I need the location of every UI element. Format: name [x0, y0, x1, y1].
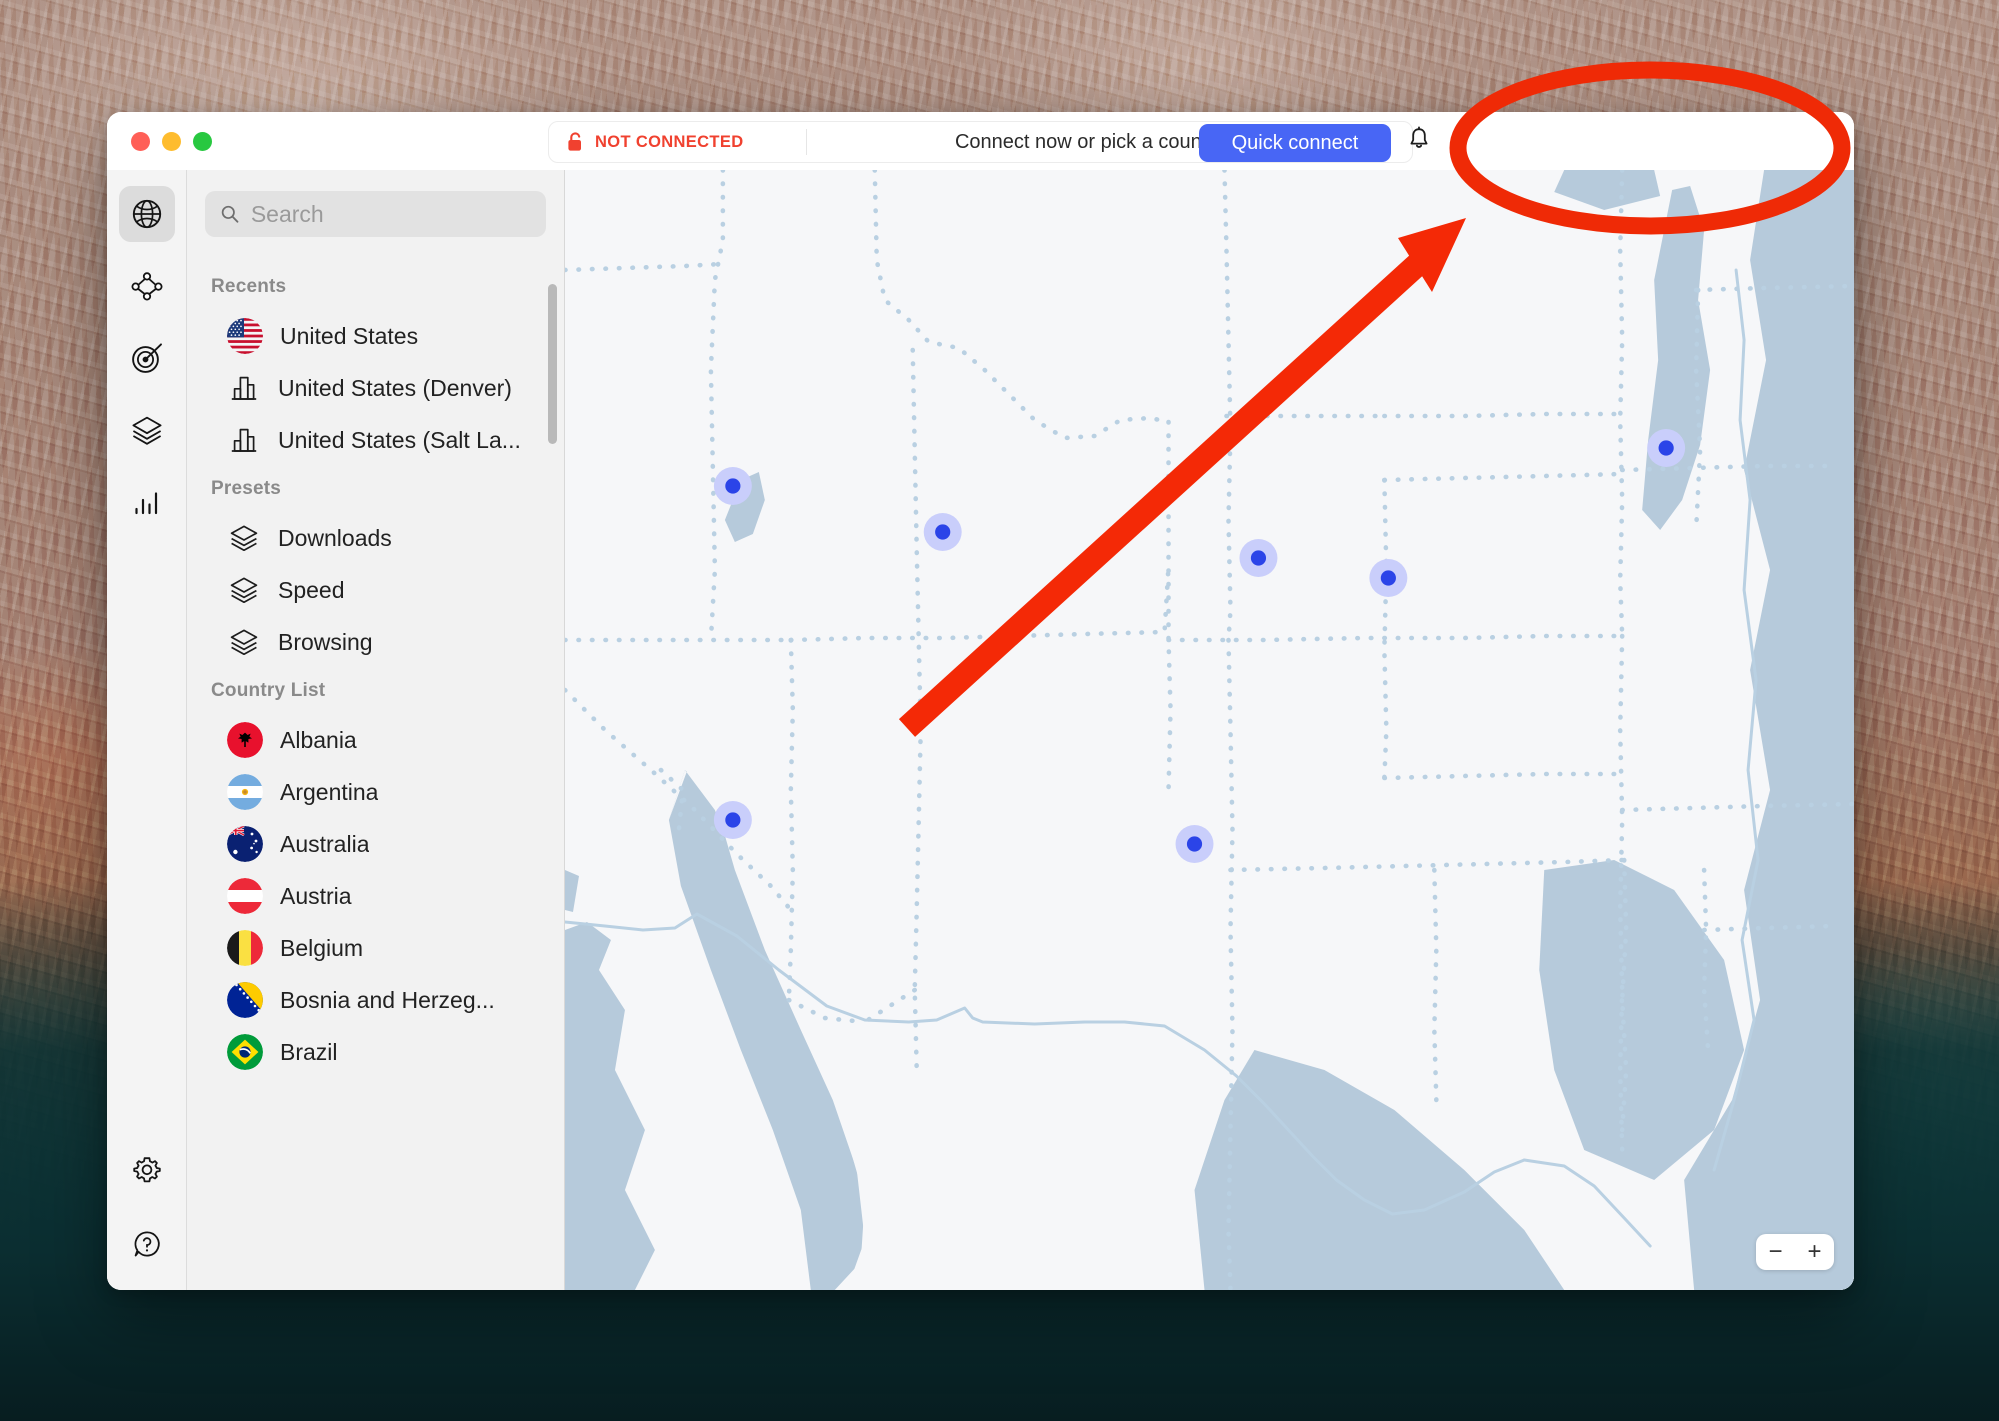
search-field[interactable]: [205, 191, 546, 237]
server-marker: [713, 801, 752, 839]
rail-item-settings[interactable]: [119, 1142, 175, 1198]
list-item-label: Argentina: [280, 778, 379, 805]
bar-chart-icon: [134, 492, 157, 515]
list-item-brazil[interactable]: Brazil: [187, 1026, 564, 1078]
list-item-austria[interactable]: Austria: [187, 870, 564, 922]
city-buildings-icon: [231, 376, 257, 400]
locations-sidebar: Recents: [187, 170, 565, 1290]
connection-status-label: NOT CONNECTED: [595, 132, 744, 151]
layers-icon: [132, 416, 161, 445]
server-marker: [1369, 559, 1408, 597]
quick-connect-button[interactable]: Quick connect: [1199, 124, 1391, 162]
list-item-label: Speed: [278, 576, 345, 603]
list-item-browsing[interactable]: Browsing: [187, 616, 564, 668]
server-marker: [1647, 429, 1686, 467]
city-buildings-icon: [231, 428, 257, 452]
layers-icon: [230, 629, 258, 656]
server-marker: [1175, 825, 1214, 863]
rail-item-threat-protection[interactable]: [119, 330, 175, 386]
gear-icon: [132, 1157, 161, 1183]
list-item-belgium[interactable]: Belgium: [187, 922, 564, 974]
vpn-app-window: NOT CONNECTED Connect now or pick a coun…: [107, 112, 1854, 1290]
mesh-network-icon: [130, 272, 162, 301]
list-item-label: Bosnia and Herzeg...: [280, 986, 495, 1013]
list-item-label: Brazil: [280, 1038, 338, 1065]
list-item-australia[interactable]: Australia: [187, 818, 564, 870]
rail-item-locations[interactable]: [118, 186, 175, 242]
flag-us-icon: [227, 318, 263, 354]
help-bubble-icon: [134, 1231, 160, 1257]
map-zoom-controls: − +: [1756, 1234, 1834, 1270]
flag-argentina-icon: [227, 774, 263, 810]
window-body: Recents: [107, 170, 1854, 1290]
sidebar-scrollbar-track[interactable]: [548, 266, 557, 1276]
list-item-label: United States (Denver): [278, 374, 512, 401]
list-item-albania[interactable]: Albania: [187, 714, 564, 766]
zoom-in-button[interactable]: +: [1800, 1237, 1830, 1267]
sidebar-scrollbar-thumb[interactable]: [548, 284, 557, 444]
group-header-country-list: Country List: [211, 680, 326, 701]
rail-item-presets[interactable]: [119, 402, 175, 458]
list-item-united-states-salt-lake[interactable]: United States (Salt La...: [187, 414, 564, 466]
window-controls: [107, 131, 212, 151]
minimize-button[interactable]: [162, 131, 181, 151]
list-item-argentina[interactable]: Argentina: [187, 766, 564, 818]
flag-albania-icon: [227, 722, 263, 758]
list-item-label: Albania: [280, 726, 357, 753]
zoom-out-button[interactable]: −: [1761, 1237, 1791, 1267]
server-marker: [713, 467, 752, 505]
flag-australia-icon: [227, 826, 263, 862]
search-icon: [221, 205, 239, 223]
list-item-bosnia-and-herzegovina[interactable]: Bosnia and Herzeg...: [187, 974, 564, 1026]
list-item-label: Australia: [280, 830, 370, 857]
layers-icon: [230, 525, 258, 552]
server-marker: [923, 513, 962, 551]
close-button[interactable]: [131, 131, 150, 151]
window-titlebar: NOT CONNECTED Connect now or pick a coun…: [107, 112, 1854, 170]
group-header-recents: Recents: [211, 276, 287, 297]
layers-icon: [230, 577, 258, 604]
threat-protection-target-icon: [131, 343, 162, 373]
list-item-united-states[interactable]: United States: [187, 310, 564, 362]
list-item-label: Downloads: [278, 524, 392, 551]
list-item-speed[interactable]: Speed: [187, 564, 564, 616]
flag-bosnia-icon: [227, 982, 263, 1018]
list-item-label: Belgium: [280, 934, 364, 961]
globe-icon: [132, 199, 161, 229]
list-item-downloads[interactable]: Downloads: [187, 512, 564, 564]
rail-item-statistics[interactable]: [119, 474, 175, 530]
list-item-label: Austria: [280, 882, 352, 909]
server-marker: [1239, 539, 1278, 577]
flag-austria-icon: [227, 878, 263, 914]
maximize-button[interactable]: [193, 131, 212, 151]
list-item-label: United States (Salt La...: [278, 426, 521, 453]
flag-belgium-icon: [227, 930, 263, 966]
unlocked-padlock-icon: [568, 132, 581, 151]
list-item-label: United States: [280, 322, 419, 349]
rail-item-meshnet[interactable]: [119, 258, 175, 314]
search-input[interactable]: [250, 200, 531, 228]
world-map[interactable]: − +: [565, 170, 1854, 1290]
locations-list: Recents United States United States (Den…: [187, 252, 564, 1290]
connection-status-group: NOT CONNECTED: [549, 129, 807, 155]
group-header-presets: Presets: [211, 478, 282, 499]
map-canvas: [565, 170, 1854, 1290]
flag-brazil-icon: [227, 1034, 263, 1070]
notification-bell-icon[interactable]: [1407, 126, 1431, 152]
rail-item-help[interactable]: [119, 1216, 175, 1272]
list-item-united-states-denver[interactable]: United States (Denver): [187, 362, 564, 414]
list-item-label: Browsing: [278, 628, 373, 655]
left-icon-rail: [107, 170, 187, 1290]
